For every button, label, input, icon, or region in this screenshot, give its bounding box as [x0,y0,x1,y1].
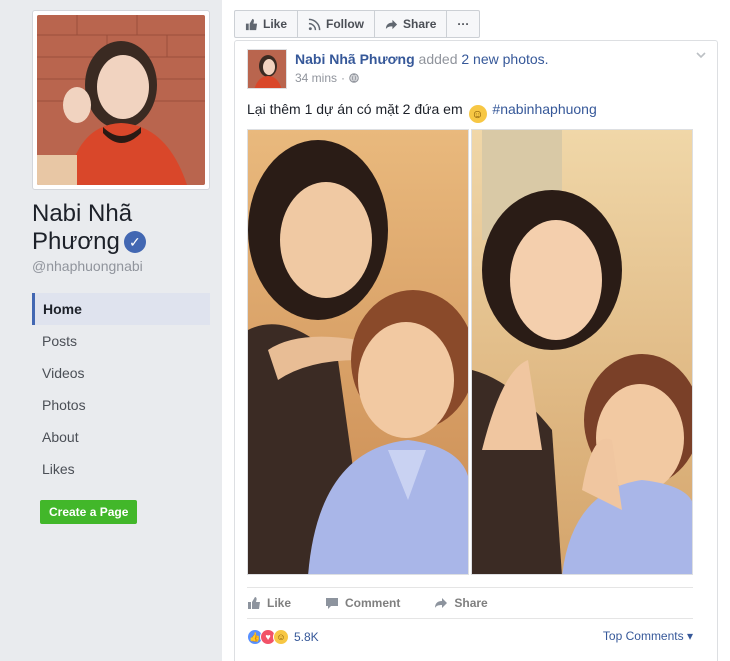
profile-picture[interactable] [37,15,205,185]
page-follow-button[interactable]: Follow [298,11,376,37]
page-share-button[interactable]: Share [375,11,448,37]
thumbs-up-icon [245,18,258,30]
globe-icon [349,73,359,83]
share-arrow-icon [435,598,448,608]
post-action-bar: Like Comment Share [247,587,693,619]
sidebar-item-posts[interactable]: Posts [32,325,210,357]
haha-reaction-icon[interactable]: ☺ [273,629,289,645]
rss-icon [308,18,321,30]
page-title[interactable]: Nabi Nhã Phương ✓ [32,200,212,256]
verified-badge-icon: ✓ [123,231,146,253]
chevron-down-icon[interactable] [695,49,709,63]
comment-icon [326,598,339,609]
main-column: Like Follow Share ··· Nabi Nhã Phương ad… [222,0,730,661]
meta-separator: · [341,71,346,85]
post-author-name[interactable]: Nabi Nhã Phương [295,51,415,67]
share-arrow-icon [385,19,398,29]
reaction-count[interactable]: 5.8K [294,630,319,644]
more-dots-icon: ··· [457,17,470,31]
post-share-button[interactable]: Share [434,596,488,610]
post-card: Nabi Nhã Phương added 2 new photos. 34 m… [234,40,718,661]
sidebar-item-photos[interactable]: Photos [32,389,210,421]
post-header: Nabi Nhã Phương added 2 new photos. [295,51,549,67]
more-options-button[interactable]: ··· [447,11,479,37]
profile-picture-frame[interactable] [32,10,210,190]
smile-emoji-icon: ☺ [468,105,487,123]
caption-text: Lại thêm 1 dự án có mặt 2 đứa em [247,101,463,117]
top-comments-label: Top Comments [602,629,684,643]
post-caption: Lại thêm 1 dự án có mặt 2 đứa em ☺ #nabi… [247,101,597,123]
post-photo-2[interactable] [471,129,693,575]
post-like-button[interactable]: Like [247,596,291,610]
post-photo-1[interactable] [247,129,469,575]
sidebar-item-home[interactable]: Home [32,293,210,325]
sidebar-item-likes[interactable]: Likes [32,453,210,485]
post-author-avatar[interactable] [247,49,287,89]
sidebar-item-videos[interactable]: Videos [32,357,210,389]
post-share-label: Share [454,596,488,610]
page-like-label: Like [263,17,288,31]
left-column: Nabi Nhã Phương ✓ @nhaphuongnabi Home Pos… [0,0,222,661]
create-page-button[interactable]: Create a Page [40,500,138,524]
post-meta: 34 mins · [295,71,359,85]
caret-down-icon: ▾ [686,629,693,643]
page-title-line2: Phương [32,228,120,255]
page-follow-label: Follow [326,17,365,31]
post-comment-label: Comment [345,596,401,610]
page-action-bar: Like Follow Share ··· [234,10,481,38]
page-handle[interactable]: @nhaphuongnabi [32,258,143,274]
post-photos-link[interactable]: 2 new photos. [461,51,548,67]
page-like-button[interactable]: Like [235,11,299,37]
sidebar-item-about[interactable]: About [32,421,210,453]
page-share-label: Share [403,17,437,31]
hashtag-link[interactable]: #nabinhaphuong [492,101,596,117]
post-comment-button[interactable]: Comment [325,596,400,610]
sidebar-nav: Home Posts Videos Photos About Likes [32,293,210,485]
page-title-line1: Nabi Nhã [32,200,133,227]
post-like-label: Like [267,596,292,610]
post-action-text: added [418,51,458,67]
top-comments-dropdown[interactable]: Top Comments ▾ [603,629,693,643]
thumbs-up-icon [248,597,260,609]
post-timestamp[interactable]: 34 mins [295,71,337,85]
reactions-row: 👍 ♥ ☺ 5.8K Top Comments ▾ [247,627,693,647]
